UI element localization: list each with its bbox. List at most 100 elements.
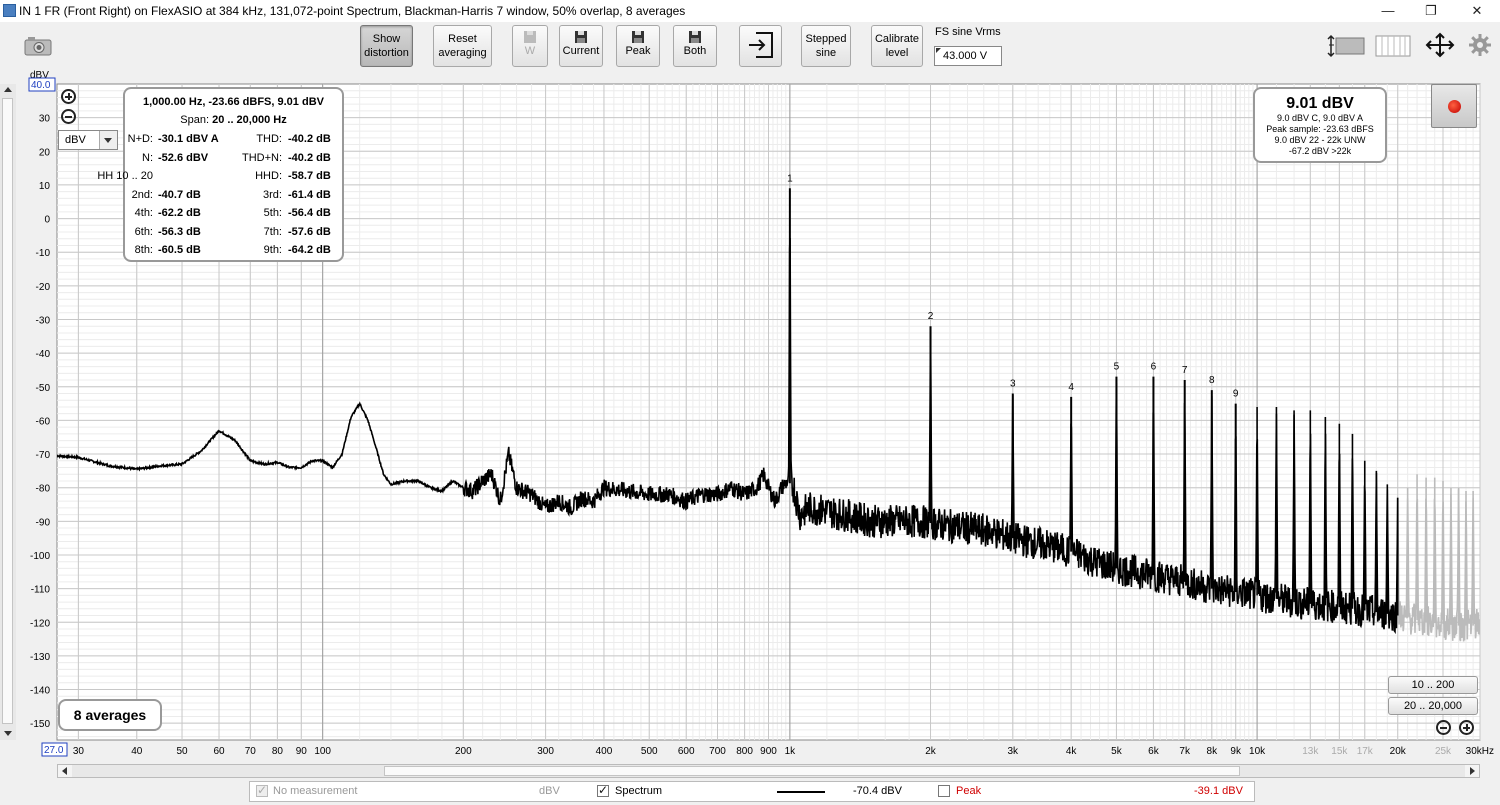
distortion-row: 4th: -62.2 dB 5th: -56.4 dB [125,207,342,225]
metric-value: -60.5 dB [158,244,201,256]
y-tick-label: -140 [30,686,50,697]
camera-icon[interactable] [24,36,54,59]
metric-label: HHD: [255,170,282,182]
zoom-out-x-icon[interactable] [1436,720,1451,735]
level-line-2: Peak sample: -23.63 dBFS [1266,124,1374,134]
distortion-header: 1,000.00 Hz, -23.66 dBFS, 9.01 dBV [143,96,324,108]
scroll-left-icon[interactable] [58,765,72,777]
metric-value: -64.2 dB [288,244,331,256]
zoom-out-y-icon[interactable] [61,109,76,124]
corner-marker-icon [936,48,941,53]
harmonic-label: 6 [1151,362,1157,373]
zoom-in-x-icon[interactable] [1459,720,1474,735]
zoom-in-y-icon[interactable] [61,89,76,104]
y-tick-label: 20 [39,147,51,158]
scroll-right-icon[interactable] [1465,765,1479,777]
fs-sine-value: 43.000 V [943,50,988,62]
metric-label: N: [142,151,153,164]
current-label: Current [562,45,600,57]
x-tick-label: 200 [455,746,472,757]
x-tick-label: 60 [213,746,225,757]
y-tick-label: -150 [30,719,50,730]
move-arrows-icon[interactable] [1423,32,1457,61]
show-distortion-button[interactable]: Show distortion [360,25,413,67]
horizontal-scroll-thumb[interactable] [384,766,1240,776]
w-button[interactable]: W [512,25,548,67]
x-tick-label: 7k [1179,746,1191,757]
averages-indicator: 8 averages [58,699,162,731]
distortion-row: N+D: -30.1 dBV A THD: -40.2 dB [125,133,342,151]
x-tick-label: 17k [1357,746,1374,757]
x-tick-label: 400 [596,746,613,757]
calibrate-level-line2: level [885,47,909,59]
y-tick-label: -60 [36,416,51,427]
gear-icon[interactable] [1468,33,1492,60]
x-tick-label: 800 [736,746,753,757]
save-current-button[interactable]: Current [559,25,603,67]
metric-label: 3rd: [263,188,282,201]
close-button[interactable]: ✕ [1454,0,1500,22]
spectrum-checkbox[interactable] [597,783,609,797]
calibrate-level-button[interactable]: Calibrate level [871,25,923,67]
distortion-row: N: -52.6 dBV THD+N: -40.2 dB [125,152,342,170]
horizontal-scrollbar[interactable] [57,764,1480,778]
y-tick-label: -40 [36,349,51,360]
vertical-scrollbar[interactable] [0,84,16,740]
fs-sine-input[interactable]: 43.000 V [934,46,1002,66]
both-label: Both [683,45,707,57]
record-button[interactable] [1431,84,1477,128]
reset-averaging-button[interactable]: Reset averaging [433,25,492,67]
x-tick-label: 3k [1008,746,1020,757]
distortion-panel: 1,000.00 Hz, -23.66 dBFS, 9.01 dBV Span:… [97,87,344,262]
save-disk-icon [632,31,644,43]
level-line-4: -67.2 dBV >22k [1288,146,1352,156]
peak-legend-value: -39.1 dBV [1194,785,1243,797]
metric-value: -30.1 dBV A [158,133,219,145]
x-tick-label: 30 [73,746,85,757]
harmonic-label: 1 [787,173,793,184]
harmonic-label: 8 [1209,375,1215,386]
range-20-20000-button[interactable]: 20 .. 20,000 [1388,697,1478,715]
x-tick-label: 80 [272,746,284,757]
range-10-200-button[interactable]: 10 .. 200 [1388,676,1478,694]
save-both-button[interactable]: Both [673,25,717,67]
metric-label: HH 10 .. 20 [97,170,153,182]
stepped-sine-button[interactable]: Stepped sine [801,25,851,67]
vertical-scroll-thumb[interactable] [2,98,13,724]
metric-label: 9th: [263,244,282,256]
metric-value: -40.2 dB [288,133,331,145]
harmonic-label: 9 [1233,389,1239,400]
level-line-1: 9.0 dBV C, 9.0 dBV A [1276,113,1364,123]
unit-select[interactable]: dBV [58,130,118,150]
y-tick-label: -80 [36,484,51,495]
chevron-down-icon[interactable] [99,131,117,149]
y-top-limit-label: 40.0 [31,80,51,91]
distortion-row: 8th: -60.5 dB 9th: -64.2 dB [125,244,342,262]
scroll-down-icon[interactable] [0,728,16,740]
grid-view-icon[interactable] [1375,34,1411,61]
scroll-up-icon[interactable] [0,84,16,96]
peak-legend-label: Peak [956,785,982,797]
metric-label: THD: [256,133,282,145]
level-main-value: 9.01 dBV [1286,95,1354,112]
y-tick-label: -120 [30,618,50,629]
metric-label: N+D: [127,133,153,145]
maximize-button[interactable]: ❐ [1408,0,1454,22]
metric-label: 7th: [263,225,282,238]
x-tick-label: 6k [1148,746,1160,757]
x-tick-label: 600 [678,746,695,757]
y-tick-label: -20 [36,282,51,293]
spectrum-trace [57,237,1399,635]
harmonic-label: 3 [1010,378,1016,389]
x-tick-label: 20k [1390,746,1407,757]
peak-checkbox[interactable] [938,785,950,797]
minimize-button[interactable]: — [1365,0,1411,22]
save-disk-icon [575,31,587,43]
save-peak-button[interactable]: Peak [616,25,660,67]
import-button[interactable] [739,25,782,67]
x-tick-label: 10k [1249,746,1266,757]
fit-height-icon[interactable] [1327,34,1367,61]
y-tick-label: -70 [36,450,51,461]
spectrum-label: Spectrum [615,785,663,797]
no-measurement-checkbox[interactable] [256,783,268,797]
